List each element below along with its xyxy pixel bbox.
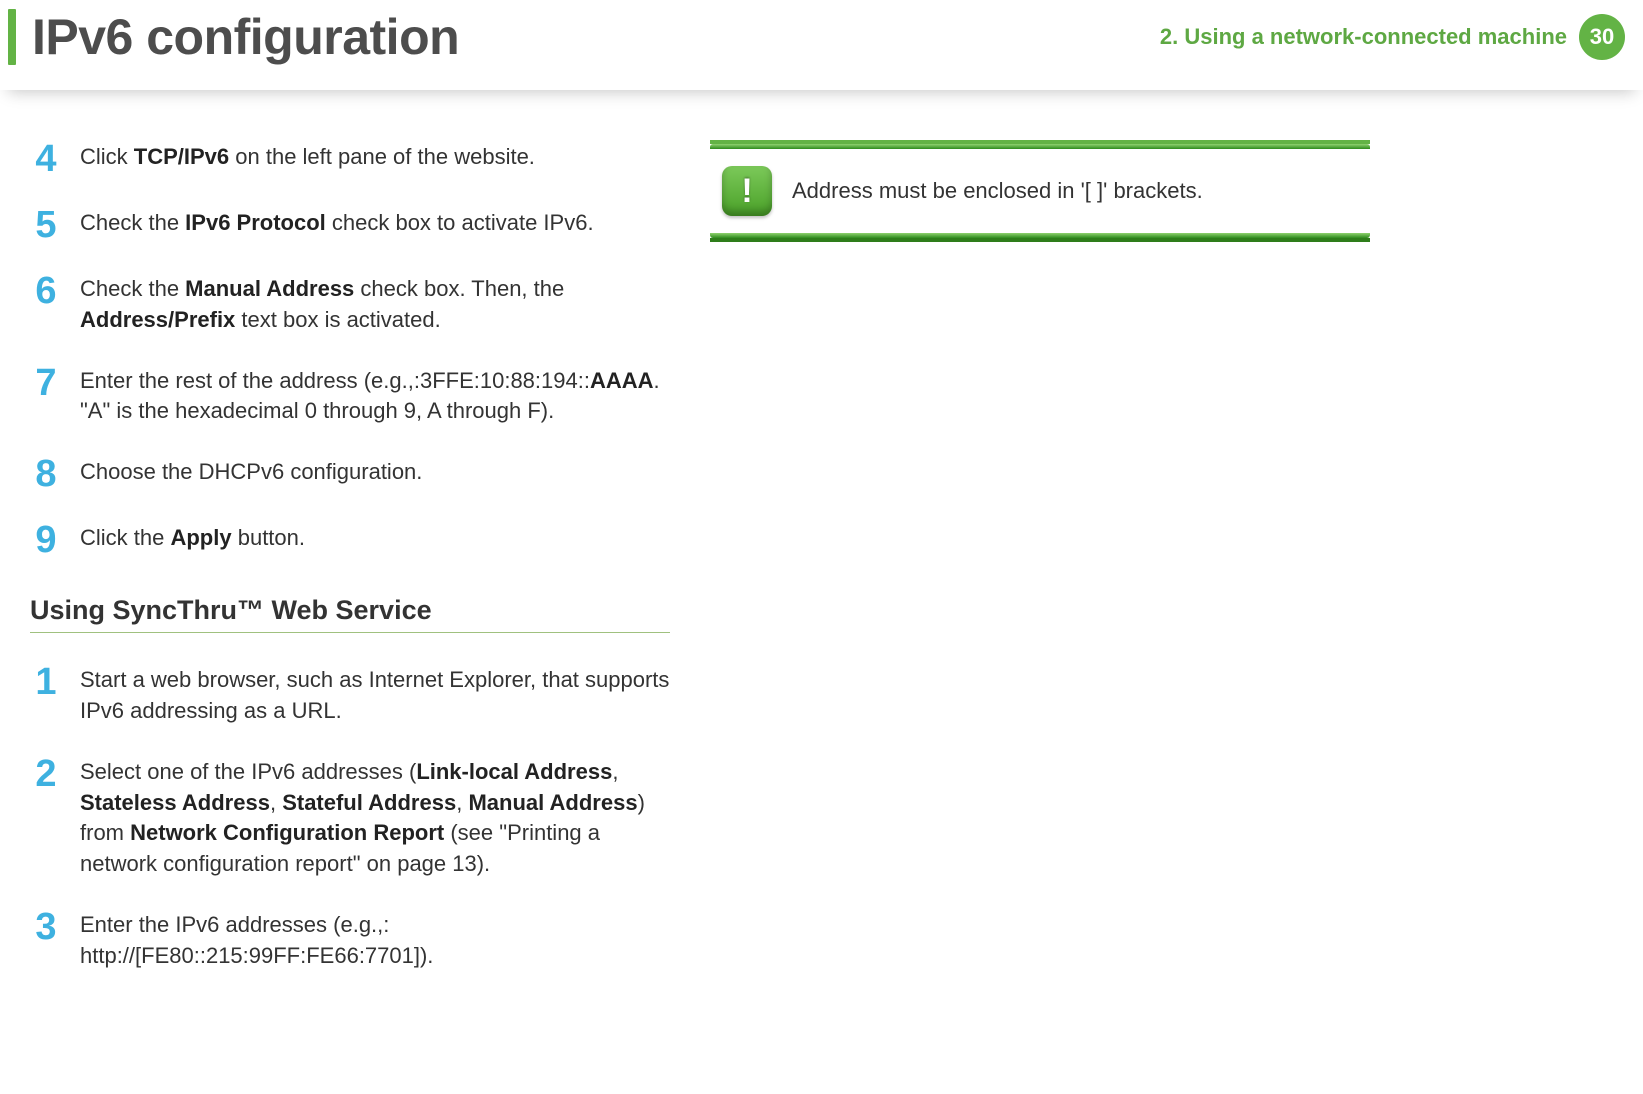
step-b1: 1 Start a web browser, such as Internet … [30, 663, 670, 727]
header-left: IPv6 configuration [8, 8, 459, 66]
step-text: Start a web browser, such as Internet Ex… [80, 663, 670, 727]
step-7: 7 Enter the rest of the address (e.g.,:3… [30, 364, 670, 428]
step-text: Choose the DHCPv6 configuration. [80, 455, 422, 488]
note-box: ! Address must be enclosed in '[ ]' brac… [710, 140, 1370, 242]
right-column: ! Address must be enclosed in '[ ]' brac… [710, 140, 1370, 1000]
step-text: Enter the rest of the address (e.g.,:3FF… [80, 364, 670, 428]
header-right: 2. Using a network-connected machine 30 [1160, 14, 1625, 60]
exclamation-icon: ! [722, 166, 772, 216]
page-number: 30 [1590, 24, 1614, 50]
step-number: 4 [30, 140, 62, 178]
step-number: 7 [30, 364, 62, 402]
step-text: Click the Apply button. [80, 521, 305, 554]
step-text: Select one of the IPv6 addresses (Link-l… [80, 755, 670, 880]
step-number: 6 [30, 272, 62, 310]
note-text: Address must be enclosed in '[ ]' bracke… [792, 178, 1203, 204]
step-number: 5 [30, 206, 62, 244]
step-number: 8 [30, 455, 62, 493]
step-number: 2 [30, 755, 62, 793]
section-heading-syncthru: Using SyncThru™ Web Service [30, 595, 670, 633]
page-number-badge: 30 [1579, 14, 1625, 60]
step-8: 8 Choose the DHCPv6 configuration. [30, 455, 670, 493]
page-title: IPv6 configuration [32, 8, 459, 66]
step-text: Click TCP/IPv6 on the left pane of the w… [80, 140, 535, 173]
step-number: 1 [30, 663, 62, 701]
step-text: Enter the IPv6 addresses (e.g.,: http://… [80, 908, 670, 972]
page-body: 4 Click TCP/IPv6 on the left pane of the… [0, 120, 1643, 1020]
chapter-label: 2. Using a network-connected machine [1160, 24, 1567, 50]
accent-bar [8, 9, 16, 65]
step-6: 6 Check the Manual Address check box. Th… [30, 272, 670, 336]
step-text: Check the IPv6 Protocol check box to act… [80, 206, 594, 239]
step-4: 4 Click TCP/IPv6 on the left pane of the… [30, 140, 670, 178]
step-5: 5 Check the IPv6 Protocol check box to a… [30, 206, 670, 244]
step-text: Check the Manual Address check box. Then… [80, 272, 670, 336]
step-number: 3 [30, 908, 62, 946]
left-column: 4 Click TCP/IPv6 on the left pane of the… [30, 140, 670, 1000]
step-9: 9 Click the Apply button. [30, 521, 670, 559]
step-b2: 2 Select one of the IPv6 addresses (Link… [30, 755, 670, 880]
step-number: 9 [30, 521, 62, 559]
exclamation-glyph: ! [741, 172, 752, 211]
step-b3: 3 Enter the IPv6 addresses (e.g.,: http:… [30, 908, 670, 972]
page-header: IPv6 configuration 2. Using a network-co… [0, 0, 1643, 90]
